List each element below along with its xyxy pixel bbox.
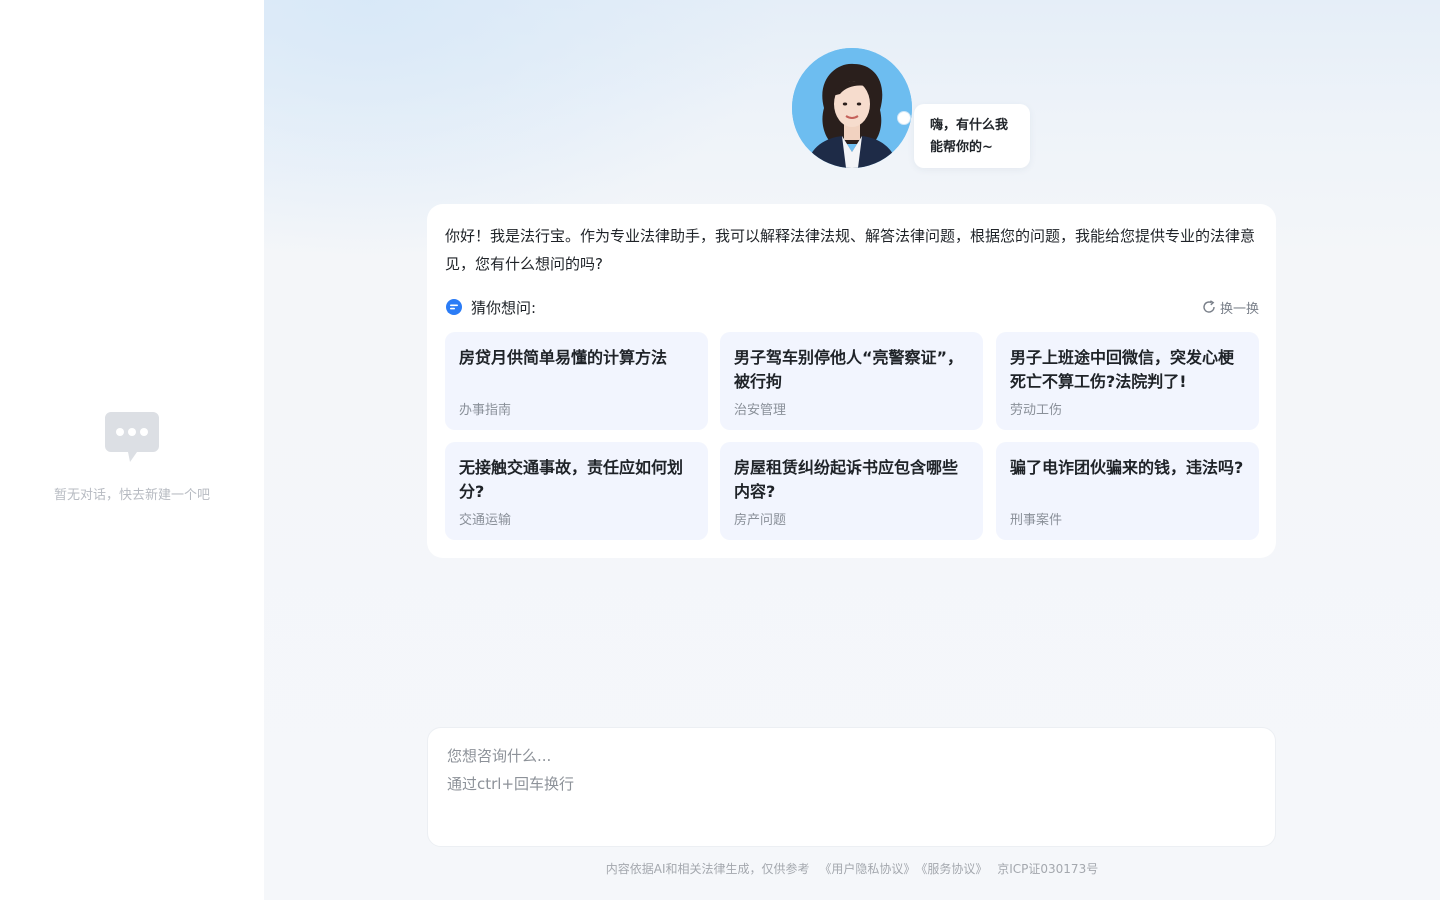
question-bubble-icon bbox=[446, 299, 462, 315]
guess-header: 猜你想问: 换一换 bbox=[445, 296, 1259, 318]
empty-text: 暂无对话，快去新建一个吧 bbox=[53, 488, 210, 503]
question-title: 无接触交通事故，责任应如何划分? bbox=[459, 458, 684, 501]
question-card[interactable]: 房贷月供简单易懂的计算方法 办事指南 bbox=[445, 332, 708, 430]
greeting-bubble: 嗨，有什么我 能帮你的~ bbox=[914, 104, 1030, 168]
refresh-label: 换一换 bbox=[1219, 301, 1259, 317]
main-area: 嗨，有什么我 能帮你的~ 你好！我是法行宝。作为专业法律助手，我可以解释法律法规… bbox=[264, 0, 1440, 900]
question-title: 房屋租赁纠纷起诉书应包含哪些内容? bbox=[734, 458, 959, 501]
greeting-line-1: 嗨，有什么我 bbox=[930, 118, 1009, 133]
footer-disclaimer: 内容依据AI和相关法律生成，仅供参考 bbox=[605, 862, 810, 876]
question-tag: 治安管理 bbox=[734, 403, 787, 418]
assistant-avatar bbox=[792, 48, 912, 168]
online-indicator bbox=[897, 111, 911, 125]
question-title: 房贷月供简单易懂的计算方法 bbox=[459, 348, 668, 367]
chat-bubble-icon bbox=[105, 412, 159, 462]
question-tag: 刑事案件 bbox=[1010, 513, 1063, 528]
chat-input-box[interactable] bbox=[427, 727, 1276, 847]
question-card[interactable]: 男子上班途中回微信，突发心梗死亡不算工伤?法院判了! 劳动工伤 bbox=[996, 332, 1259, 430]
privacy-link[interactable]: 《用户隐私协议》 bbox=[819, 862, 915, 876]
question-title: 男子驾车别停他人“亮警察证”，被行拘 bbox=[734, 348, 964, 391]
question-card[interactable]: 骗了电诈团伙骗来的钱，违法吗? 刑事案件 bbox=[996, 442, 1259, 540]
question-tag: 办事指南 bbox=[459, 403, 512, 418]
question-card[interactable]: 男子驾车别停他人“亮警察证”，被行拘 治安管理 bbox=[720, 332, 983, 430]
question-tag: 劳动工伤 bbox=[1010, 403, 1063, 418]
question-card[interactable]: 房屋租赁纠纷起诉书应包含哪些内容? 房产问题 bbox=[720, 442, 983, 540]
avatar-image bbox=[792, 48, 912, 168]
welcome-card: 你好！我是法行宝。作为专业法律助手，我可以解释法律法规、解答法律问题，根据您的问… bbox=[427, 204, 1276, 558]
service-link[interactable]: 《服务协议》 bbox=[921, 862, 987, 876]
intro-text: 你好！我是法行宝。作为专业法律助手，我可以解释法律法规、解答法律问题，根据您的问… bbox=[445, 227, 1256, 273]
icp-link[interactable]: 京ICP证030173号 bbox=[997, 862, 1098, 876]
refresh-icon bbox=[1203, 300, 1215, 313]
empty-state: 暂无对话，快去新建一个吧 bbox=[0, 410, 264, 503]
question-tag: 房产问题 bbox=[734, 513, 787, 528]
footer: 内容依据AI和相关法律生成，仅供参考 《用户隐私协议》 《服务协议》 京ICP证0… bbox=[264, 860, 1440, 877]
question-title: 骗了电诈团伙骗来的钱，违法吗? bbox=[1010, 458, 1244, 477]
question-card[interactable]: 无接触交通事故，责任应如何划分? 交通运输 bbox=[445, 442, 708, 540]
question-title: 男子上班途中回微信，突发心梗死亡不算工伤?法院判了! bbox=[1010, 348, 1235, 391]
sidebar: 暂无对话，快去新建一个吧 bbox=[0, 0, 264, 900]
greeting-line-2: 能帮你的~ bbox=[930, 140, 993, 155]
guess-title: 猜你想问: bbox=[471, 298, 537, 317]
question-tag: 交通运输 bbox=[459, 513, 512, 528]
chat-input[interactable] bbox=[445, 740, 1259, 840]
refresh-button[interactable]: 换一换 bbox=[1202, 298, 1259, 317]
